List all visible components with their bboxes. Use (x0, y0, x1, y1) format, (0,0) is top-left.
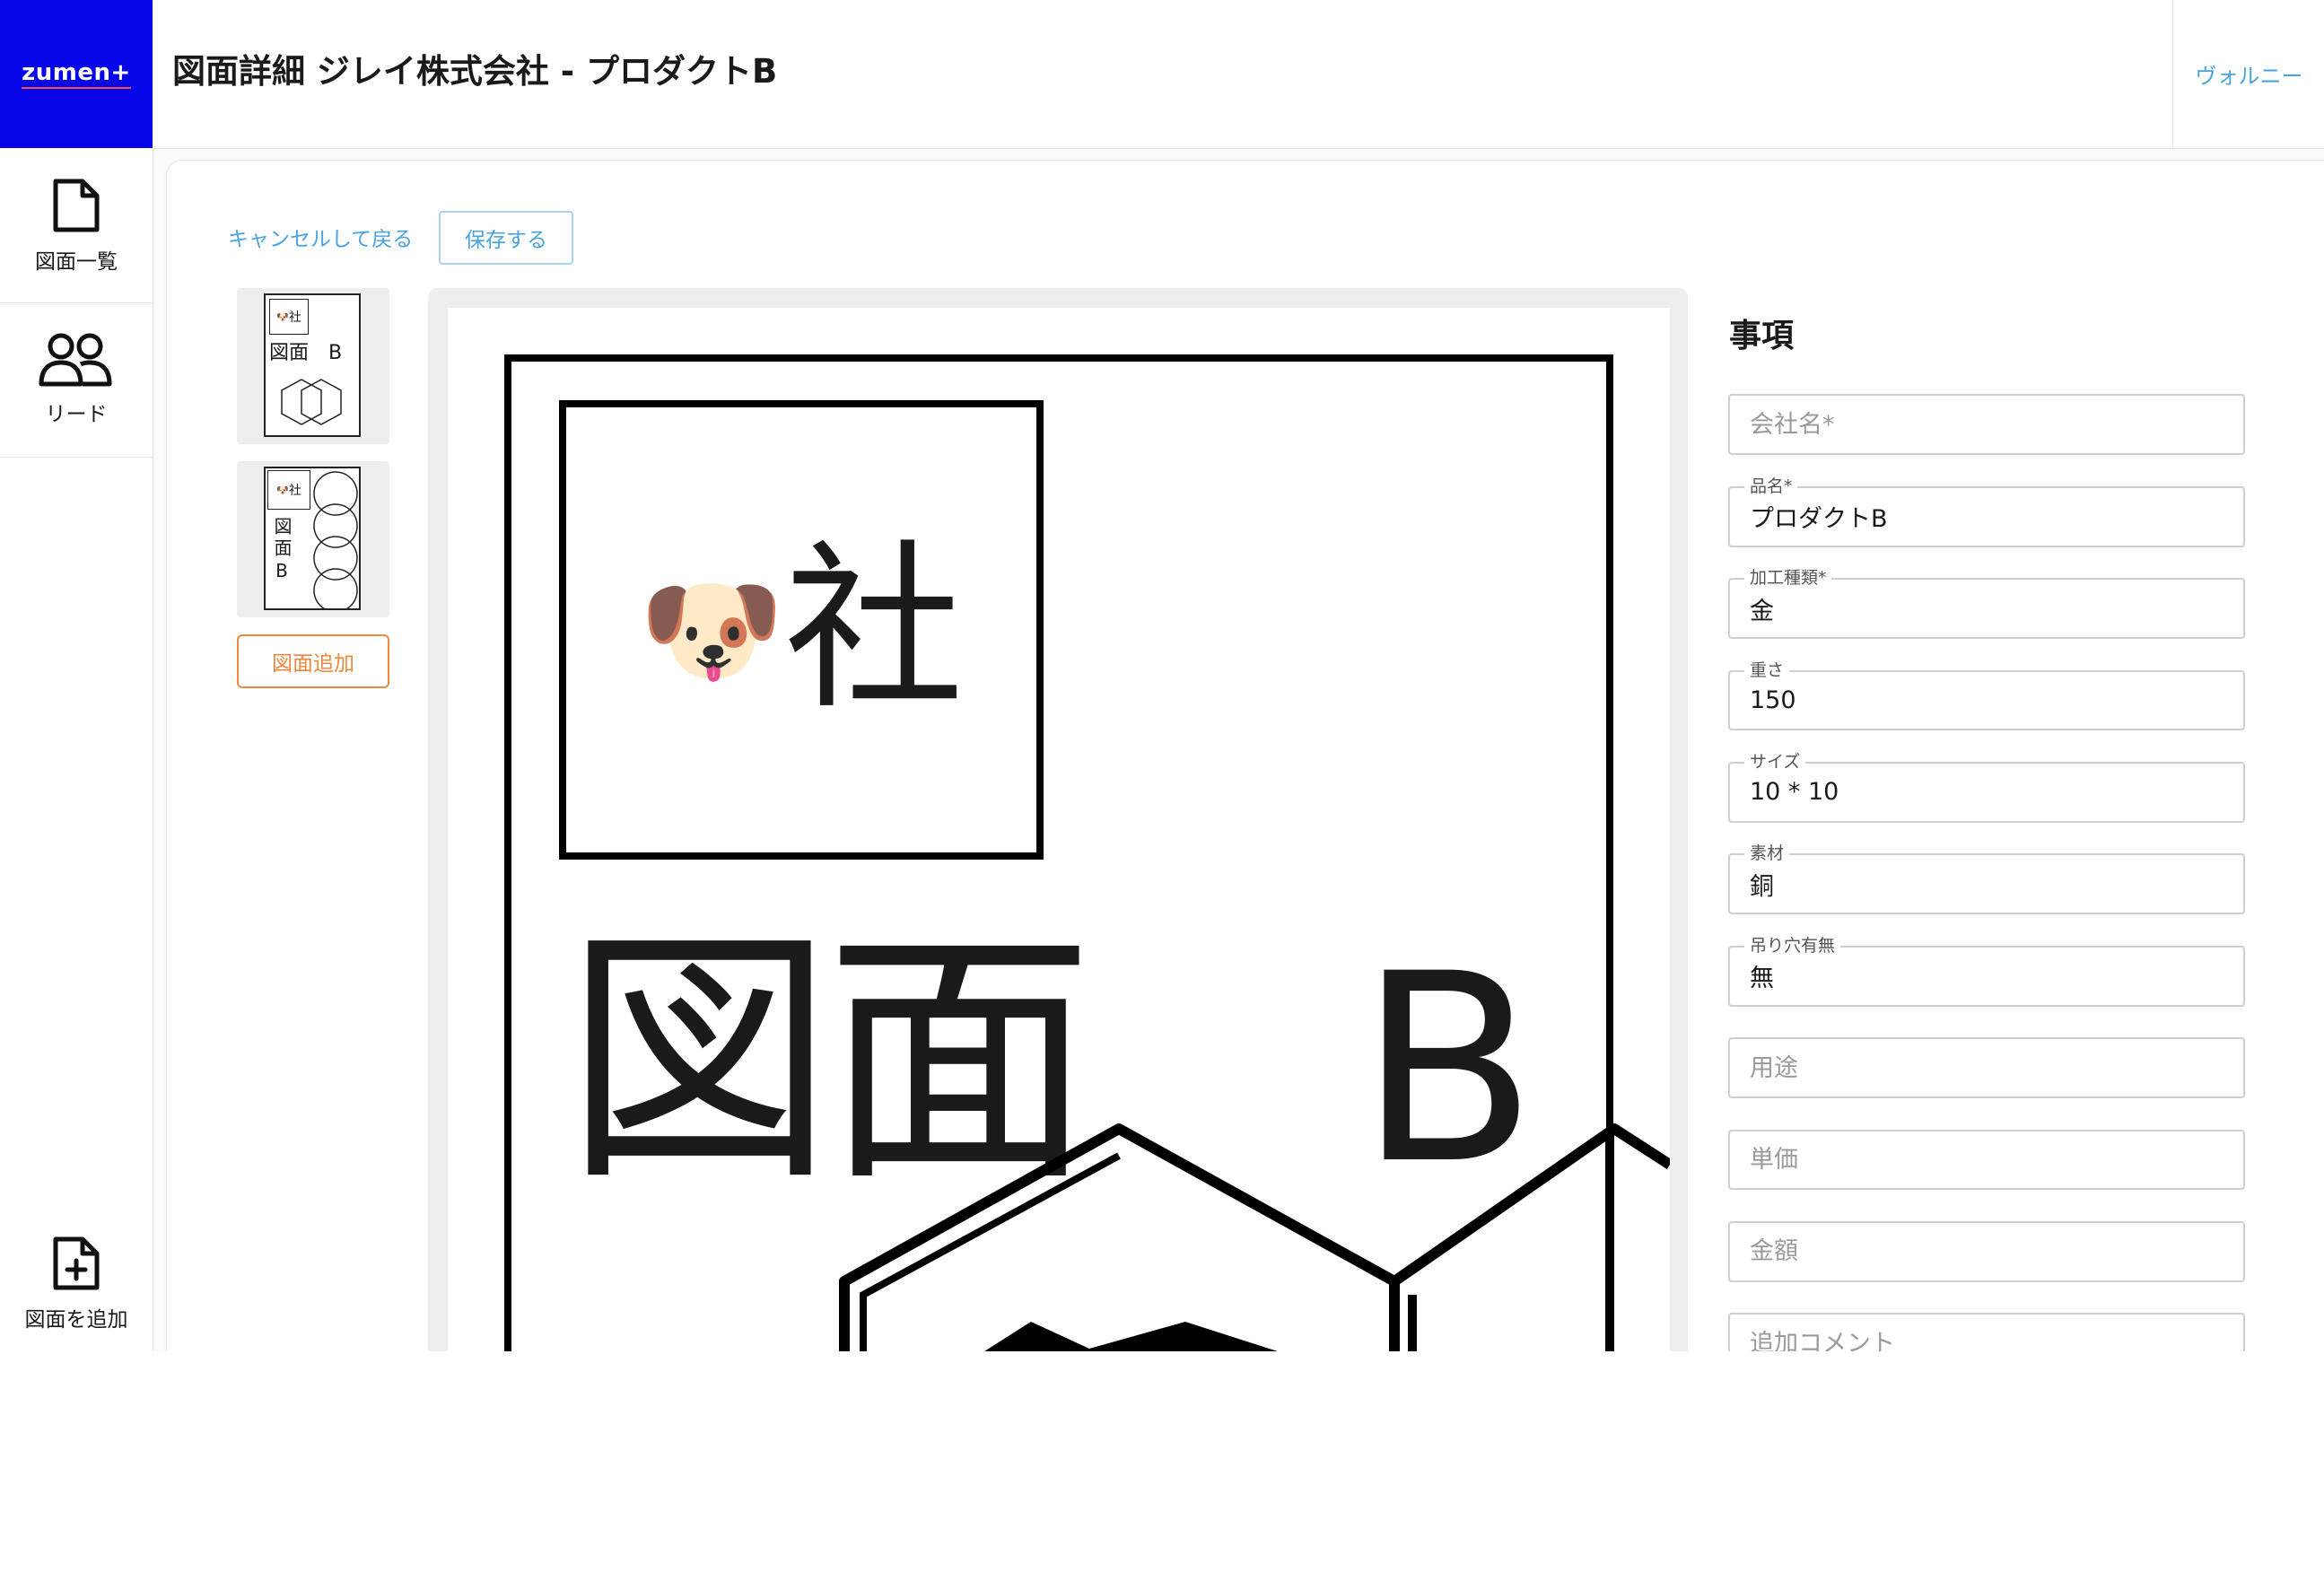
page-title: 図面詳細 ジレイ株式会社 - プロダクトB (172, 52, 778, 91)
save-button[interactable]: 保存する (439, 211, 573, 265)
sidebar: 図面一覧 リード 図面を追加 (0, 148, 153, 1351)
processing-type-field[interactable]: 加工種類* (1727, 567, 2246, 639)
sidebar-item-drawing-list[interactable]: 図面一覧 (0, 148, 153, 303)
users-icon (39, 333, 112, 387)
usage-field[interactable] (1727, 1037, 2246, 1098)
hexagon-shapes (839, 1123, 1670, 1351)
user-menu[interactable]: ヴォルニー (2172, 0, 2324, 148)
cancel-link[interactable]: キャンセルして戻る (228, 223, 413, 256)
app-logo-text: zumen+ (22, 59, 131, 89)
processing-type-input[interactable] (1749, 580, 2228, 637)
material-input[interactable] (1749, 855, 2228, 913)
thumbnail-sheet: 🐶 社 図面B (264, 467, 361, 610)
hexagons-icon (281, 379, 342, 425)
top-bar: zumen+ 図面詳細 ジレイ株式会社 - プロダクトB ヴォルニー (0, 0, 2324, 149)
circles-icon (313, 471, 358, 608)
thumbnail-text: 図面B (271, 517, 293, 585)
amount-input[interactable] (1749, 1223, 2228, 1280)
hanging-hole-input[interactable] (1749, 947, 2228, 1005)
size-input[interactable] (1749, 764, 2228, 821)
app-logo[interactable]: zumen+ (0, 0, 153, 148)
weight-field[interactable]: 重さ (1727, 659, 2246, 731)
sidebar-item-label: 図面を追加 (24, 1308, 128, 1332)
thumbnail-logo-text: 社 (288, 310, 301, 325)
hanging-hole-field[interactable]: 吊り穴有無 (1727, 934, 2246, 1007)
sidebar-item-label: リード (45, 403, 108, 426)
form-title: 事項 (1728, 318, 1794, 355)
sidebar-item-add-drawing[interactable]: 図面を追加 (0, 1216, 153, 1350)
usage-input[interactable] (1749, 1039, 2228, 1096)
drawing-thumbnail[interactable]: 🐶 社 図面 B (237, 288, 389, 444)
dog-icon: 🐶 (276, 310, 289, 323)
drawing-preview: 🐶 社 図面 B (428, 288, 1688, 1351)
thumbnail-sheet: 🐶 社 図面 B (264, 293, 361, 437)
additional-comment-field[interactable] (1727, 1313, 2246, 1351)
dog-icon: 🐶 (276, 484, 289, 496)
add-drawing-button[interactable]: 図面追加 (237, 634, 389, 688)
drawing-thumbnail[interactable]: 🐶 社 図面B (237, 461, 389, 617)
unit-price-field[interactable] (1727, 1129, 2246, 1191)
company-name-field[interactable] (1727, 394, 2246, 456)
thumbnail-logo-text: 社 (288, 484, 301, 498)
additional-comment-input[interactable] (1749, 1315, 2228, 1351)
weight-input[interactable] (1749, 671, 2228, 729)
product-name-input[interactable] (1749, 487, 2228, 546)
sidebar-item-label: 図面一覧 (35, 250, 118, 274)
material-field[interactable]: 素材 (1727, 843, 2246, 915)
thumbnail-text: 図面 B (269, 342, 343, 364)
thumbnail-logo-box: 🐶 社 (267, 470, 310, 510)
document-add-icon (53, 1236, 100, 1290)
amount-field[interactable] (1727, 1221, 2246, 1282)
unit-price-input[interactable] (1749, 1131, 2228, 1189)
size-field[interactable]: サイズ (1727, 751, 2246, 823)
company-name-input[interactable] (1749, 396, 2228, 454)
app-window: zumen+ 図面詳細 ジレイ株式会社 - プロダクトB ヴォルニー 図面一覧 … (0, 0, 2324, 1351)
thumbnail-logo-box: 🐶 社 (269, 299, 309, 335)
sidebar-item-leads[interactable]: リード (0, 302, 153, 458)
document-icon (53, 179, 100, 232)
drawing-paper: 🐶 社 図面 B (448, 308, 1670, 1351)
product-name-field[interactable]: 品名* (1727, 475, 2246, 547)
